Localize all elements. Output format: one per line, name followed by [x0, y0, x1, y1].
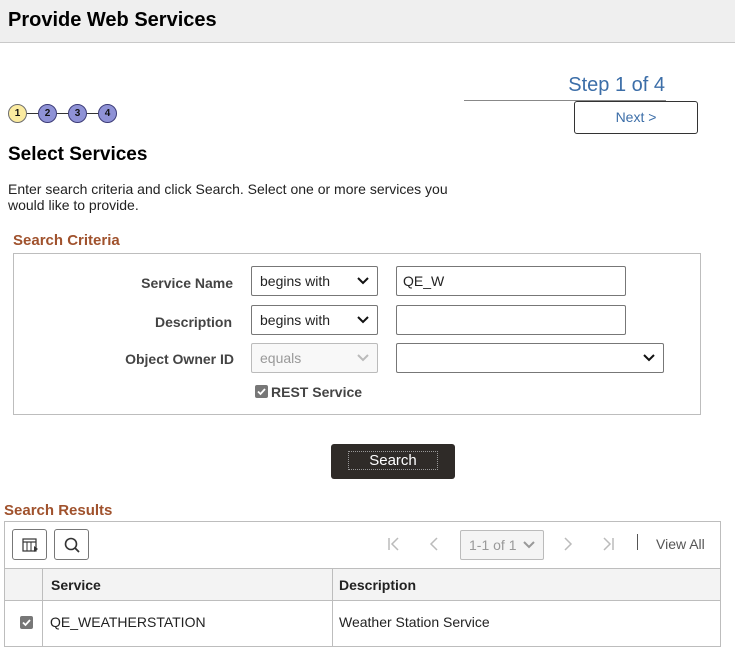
first-page-icon[interactable] [386, 536, 402, 552]
description-operator-value: begins with [260, 312, 331, 328]
table-header: Service Description [5, 568, 720, 601]
last-page-icon[interactable] [600, 536, 616, 552]
step-connector [57, 113, 68, 114]
object-owner-operator-value: equals [260, 350, 302, 366]
previous-page-icon[interactable] [427, 536, 443, 552]
step-2[interactable]: 2 [38, 104, 57, 123]
personalize-grid-button[interactable] [12, 529, 47, 560]
service-name-label: Service Name [141, 275, 233, 291]
step-connector [27, 113, 38, 114]
step-3[interactable]: 3 [68, 104, 87, 123]
object-owner-select[interactable] [396, 343, 664, 373]
step-connector [87, 113, 98, 114]
column-divider [42, 568, 43, 647]
next-button[interactable]: Next > [574, 101, 698, 134]
chevron-down-icon [357, 316, 369, 324]
step-4[interactable]: 4 [98, 104, 117, 123]
service-name-operator-value: begins with [260, 273, 331, 289]
chevron-down-icon [357, 277, 369, 285]
rest-service-label: REST Service [271, 384, 363, 400]
chevron-down-icon [643, 354, 655, 362]
service-cell: QE_WEATHERSTATION [50, 614, 206, 630]
chevron-down-icon [357, 354, 369, 362]
row-select-checkbox[interactable] [20, 616, 33, 629]
view-all-link[interactable]: View All [656, 536, 705, 552]
results-grid: 1-1 of 1 View All Service Description QE… [4, 521, 721, 647]
column-header-service[interactable]: Service [51, 577, 101, 593]
object-owner-label: Object Owner ID [125, 351, 234, 367]
find-in-grid-button[interactable] [54, 529, 89, 560]
page-header: Provide Web Services [0, 0, 735, 43]
page-title: Provide Web Services [8, 9, 217, 31]
search-icon [64, 537, 80, 553]
description-input[interactable] [396, 305, 626, 335]
service-name-operator-select[interactable]: begins with [251, 266, 378, 296]
page-range-select[interactable]: 1-1 of 1 [460, 530, 544, 560]
page-range-value: 1-1 of 1 [469, 537, 517, 553]
grid-settings-icon [22, 538, 38, 552]
checkmark-icon [257, 388, 266, 396]
column-header-description[interactable]: Description [339, 577, 416, 593]
description-label: Description [154, 314, 232, 330]
service-name-input[interactable]: QE_W [396, 266, 626, 296]
pager-divider [637, 534, 638, 550]
description-cell: Weather Station Service [339, 614, 490, 630]
rest-service-checkbox[interactable] [255, 385, 268, 398]
section-title: Select Services [8, 144, 148, 165]
search-criteria-title: Search Criteria [13, 232, 120, 249]
search-results-title: Search Results [4, 502, 113, 519]
search-button-label: Search [348, 451, 438, 470]
step-label: Step 1 of 4 [568, 74, 665, 96]
checkmark-icon [22, 619, 31, 627]
object-owner-operator-select: equals [251, 343, 378, 373]
search-button[interactable]: Search [331, 444, 455, 479]
instructions-text: Enter search criteria and click Search. … [8, 181, 448, 213]
chevron-down-icon [523, 541, 535, 549]
search-criteria-panel: Service Name begins with QE_W Descriptio… [13, 253, 701, 415]
column-divider [332, 568, 333, 647]
description-operator-select[interactable]: begins with [251, 305, 378, 335]
next-page-icon[interactable] [559, 536, 575, 552]
step-1[interactable]: 1 [8, 104, 27, 123]
